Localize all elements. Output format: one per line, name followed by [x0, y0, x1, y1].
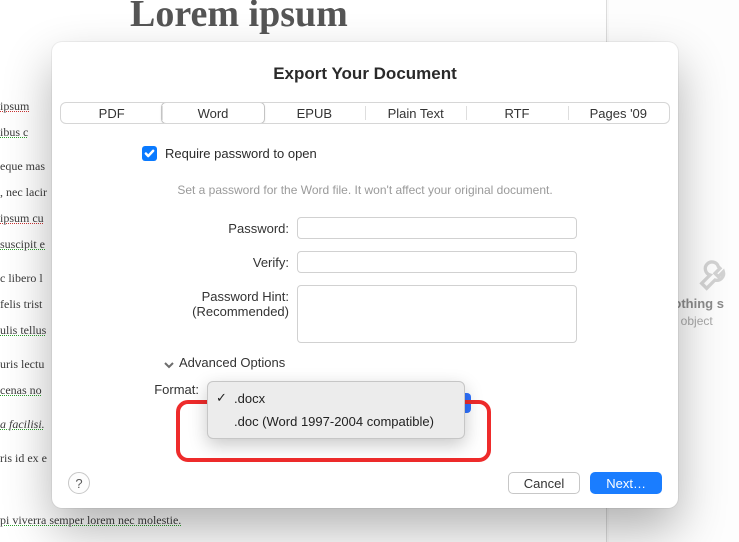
doc-text-fragment: suscipit e [0, 234, 60, 254]
verify-field[interactable] [297, 251, 577, 273]
chevron-down-icon [164, 358, 174, 368]
require-password-checkbox[interactable] [142, 146, 157, 161]
doc-title: Lorem ipsum [130, 0, 348, 36]
format-tabs: PDFWordEPUBPlain TextRTFPages '09 [60, 102, 670, 124]
doc-text-fragment: ibus c [0, 122, 60, 142]
doc-text-fragment: uris lectu [0, 354, 60, 374]
tab-pages-09[interactable]: Pages '09 [568, 103, 669, 123]
doc-text-fragment: felis trist [0, 294, 60, 314]
verify-label: Verify: [82, 251, 297, 270]
wrench-icon [695, 255, 735, 295]
tab-word[interactable]: Word [161, 102, 264, 124]
tab-pdf[interactable]: PDF [61, 103, 162, 123]
doc-text-fragment: ulis tellus [0, 320, 60, 340]
password-field[interactable] [297, 217, 577, 239]
tab-rtf[interactable]: RTF [466, 103, 567, 123]
doc-text-fragment: ipsum [0, 96, 60, 116]
dropdown-arrow-icon [465, 393, 471, 413]
doc-text-fragment: eque mas [0, 156, 60, 176]
doc-text-fragment: , nec lacir [0, 182, 60, 202]
export-dialog: Export Your Document PDFWordEPUBPlain Te… [52, 42, 678, 508]
format-option[interactable]: .docx [208, 387, 464, 410]
advanced-options-toggle[interactable]: Advanced Options [164, 355, 648, 370]
doc-text-fragment: c libero l [0, 268, 60, 288]
advanced-options-label: Advanced Options [179, 355, 285, 370]
format-option[interactable]: .doc (Word 1997-2004 compatible) [208, 410, 464, 433]
password-label: Password: [82, 217, 297, 236]
doc-text-fragment: a facilisi. [0, 414, 60, 434]
next-button[interactable]: Next… [590, 472, 662, 494]
format-label: Format: [82, 382, 207, 397]
doc-text-fragment: ipsum cu [0, 208, 60, 228]
format-dropdown-menu: .docx.doc (Word 1997-2004 compatible) [207, 381, 465, 439]
doc-text-fragment: cenas no [0, 380, 60, 400]
tab-epub[interactable]: EPUB [264, 103, 365, 123]
dialog-title: Export Your Document [52, 42, 678, 102]
require-password-label: Require password to open [165, 146, 317, 161]
password-hint-text: Set a password for the Word file. It won… [82, 183, 648, 197]
tab-plain-text[interactable]: Plain Text [365, 103, 466, 123]
hint-field[interactable] [297, 285, 577, 343]
hint-label: Password Hint: (Recommended) [82, 285, 297, 319]
cancel-button[interactable]: Cancel [508, 472, 580, 494]
help-button[interactable]: ? [68, 472, 90, 494]
doc-text-fragment: ris id ex e [0, 448, 60, 468]
doc-bottom-line: pi viverra semper lorem nec molestie. [0, 513, 181, 528]
